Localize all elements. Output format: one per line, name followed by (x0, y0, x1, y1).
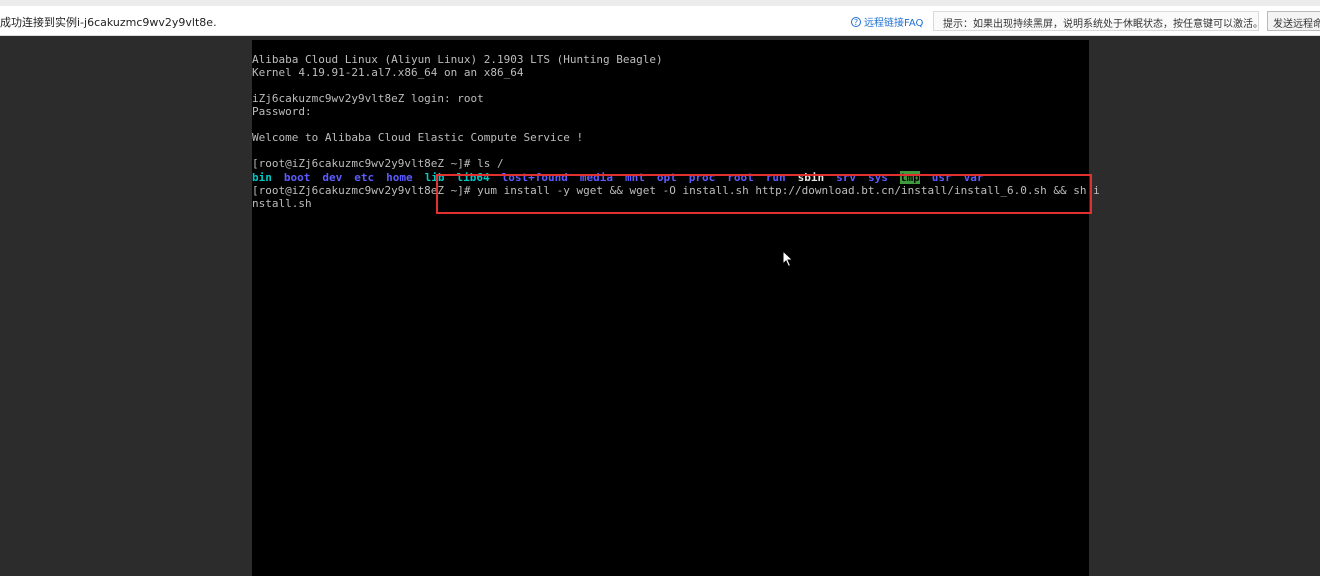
terminal-line: iZj6cakuzmc9wv2y9vlt8eZ login: root (252, 92, 484, 105)
remote-faq-label: 远程链接FAQ (864, 18, 924, 29)
terminal-line: Kernel 4.19.91-21.al7.x86_64 on an x86_6… (252, 66, 524, 79)
install-command-wrap: nstall.sh (252, 197, 312, 210)
connection-status: 成功连接到实例i-j6cakuzmc9wv2y9vlt8e. (0, 16, 217, 29)
black-screen-hint: 提示：如果出现持续黑屏，说明系统处于休眠状态，按任意键可以激活。 (933, 11, 1259, 31)
terminal-line: Welcome to Alibaba Cloud Elastic Compute… (252, 131, 584, 144)
ls-entry-bin: bin (252, 171, 272, 184)
mouse-cursor-icon (782, 250, 794, 268)
browser-chrome-edge (0, 0, 1320, 6)
command-highlight-box (436, 174, 1092, 214)
terminal-line: Alibaba Cloud Linux (Aliyun Linux) 2.190… (252, 53, 663, 66)
ls-entry-dev: dev (322, 171, 343, 184)
help-icon: ? (851, 16, 861, 27)
terminal-console[interactable]: Alibaba Cloud Linux (Aliyun Linux) 2.190… (252, 40, 1100, 576)
terminal-line: [root@iZj6cakuzmc9wv2y9vlt8eZ ~]# ls / (252, 157, 504, 170)
remote-faq-link[interactable]: ? 远程链接FAQ (851, 14, 923, 29)
instance-connection-bar: 成功连接到实例i-j6cakuzmc9wv2y9vlt8e. ? 远程链接FAQ… (0, 0, 1320, 36)
send-remote-command-button[interactable]: 发送远程命令 (1267, 11, 1320, 31)
ls-entry-home: home (386, 171, 413, 184)
terminal-line: Password: (252, 105, 312, 118)
ls-entry-etc: etc (354, 171, 375, 184)
ls-entry-boot: boot (283, 171, 311, 184)
